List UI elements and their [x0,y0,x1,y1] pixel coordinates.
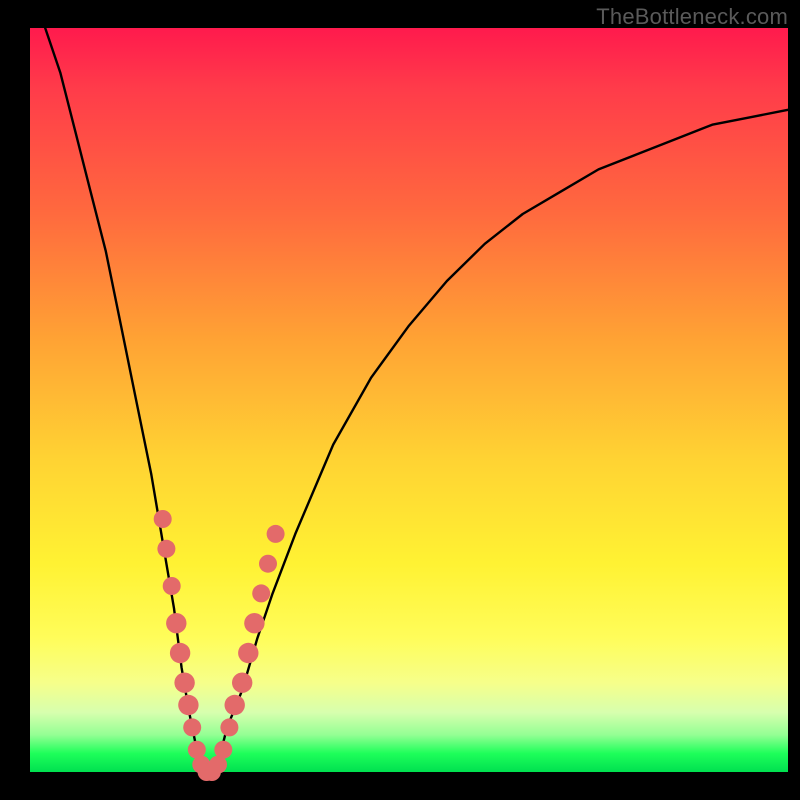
watermark-text: TheBottleneck.com [596,4,788,30]
marker-dot [163,577,181,595]
marker-dot [166,613,186,633]
marker-dot [225,695,245,715]
curve-svg [30,28,788,772]
marker-dot [183,718,201,736]
marker-group [154,510,285,781]
marker-dot [214,741,232,759]
marker-dot [244,613,264,633]
marker-dot [220,718,238,736]
marker-dot [267,525,285,543]
marker-dot [174,673,194,693]
marker-dot [252,584,270,602]
marker-dot [154,510,172,528]
marker-dot [170,643,190,663]
marker-dot [232,673,252,693]
marker-dot [259,555,277,573]
plot-area [30,28,788,772]
marker-dot [157,540,175,558]
marker-dot [238,643,258,663]
marker-dot [178,695,198,715]
chart-frame: TheBottleneck.com [0,0,800,800]
bottleneck-curve [45,28,788,772]
